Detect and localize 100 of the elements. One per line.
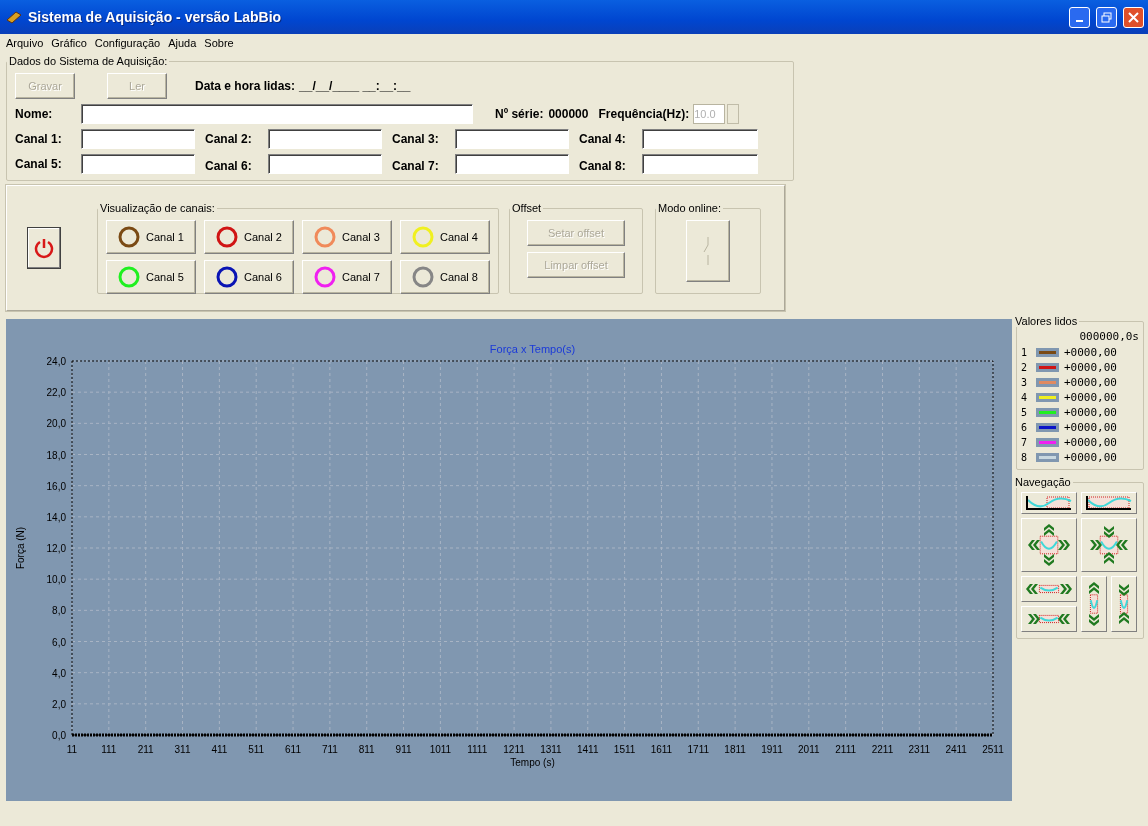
datetime-value: __/__/____ __:__:__: [299, 79, 411, 93]
zoom-button[interactable]: [1021, 492, 1077, 514]
group-title: Valores lidos: [1014, 315, 1079, 327]
x-tick-label: 2011: [798, 744, 820, 755]
channel-value: +0000,00: [1064, 361, 1117, 374]
channel-label: Canal 2:: [205, 132, 253, 146]
zoom-wave-icon: [1085, 495, 1133, 511]
y-tick-label: 12,0: [46, 543, 66, 554]
channel-label: Canal 6:: [205, 159, 253, 173]
x-tick-label: 2411: [945, 744, 967, 755]
channel-name-field[interactable]: [81, 129, 195, 149]
channel-toggle-button[interactable]: Canal 1: [106, 220, 196, 254]
group-title: Visualização de canais:: [99, 202, 216, 214]
zoom-wave-icon: [1025, 495, 1073, 511]
frequency-label: Frequência(Hz):: [598, 107, 690, 121]
channel-number: 7: [1021, 437, 1029, 448]
menu-item[interactable]: Gráfico: [51, 37, 87, 52]
channel-label: Canal 5:: [15, 157, 63, 171]
channel-name-field[interactable]: [642, 154, 758, 174]
x-tick-label: 1511: [613, 744, 636, 755]
y-tick-label: 20,0: [46, 418, 66, 430]
zoom-arrows-icon: [1027, 523, 1071, 567]
x-tick-label: 1911: [761, 744, 783, 755]
channel-name-field[interactable]: [455, 129, 569, 149]
name-label: Nome:: [15, 107, 54, 121]
x-tick-label: 2311: [908, 744, 931, 755]
channel-toggle-button[interactable]: Canal 2: [204, 220, 294, 254]
menu-item[interactable]: Sobre: [204, 37, 234, 52]
channel-toggle-button[interactable]: Canal 7: [302, 260, 392, 294]
x-tick-label: 2111: [835, 744, 856, 755]
y-tick-label: 4,0: [52, 667, 66, 679]
y-tick-label: 16,0: [46, 480, 66, 492]
zoom-button[interactable]: [1081, 492, 1137, 514]
channel-label: Canal 8:: [579, 159, 627, 173]
restore-button[interactable]: [1096, 6, 1117, 28]
channel-number: 3: [1021, 377, 1029, 388]
close-button[interactable]: [1123, 6, 1144, 28]
channel-toggle-button[interactable]: Canal 5: [106, 260, 196, 294]
channel-number: 1: [1021, 347, 1029, 358]
x-tick-label: 1711: [687, 744, 710, 755]
close-icon: [1128, 11, 1139, 23]
channel-toggle-button[interactable]: Canal 3: [302, 220, 392, 254]
channel-number: 4: [1021, 392, 1029, 403]
x-tick-label: 1011: [429, 744, 452, 755]
x-tick-label: 11: [66, 744, 78, 755]
channel-name-field[interactable]: [642, 129, 758, 149]
channel-name-field[interactable]: [81, 154, 195, 174]
x-tick-label: 1811: [724, 744, 746, 755]
x-tick-label: 511: [248, 744, 265, 755]
x-tick-label: 611: [285, 744, 301, 755]
minimize-button[interactable]: [1069, 6, 1090, 28]
y-tick-label: 8,0: [52, 605, 66, 617]
channel-name-field[interactable]: [455, 154, 569, 174]
datetime-label: Data e hora lidas:: [195, 79, 296, 93]
y-tick-label: 24,0: [46, 356, 66, 367]
channel-value: +0000,00: [1064, 421, 1117, 434]
group-title: Offset: [511, 202, 543, 214]
channel-number: 5: [1021, 407, 1029, 418]
group-title: Modo online:: [657, 202, 722, 214]
y-tick-label: 18,0: [46, 449, 66, 461]
name-field[interactable]: [81, 104, 473, 124]
menu-item[interactable]: Arquivo: [6, 37, 44, 52]
x-tick-label: 211: [137, 744, 154, 755]
y-tick-label: 22,0: [46, 387, 66, 399]
channel-toggle-button[interactable]: Canal 8: [400, 260, 490, 294]
y-tick-label: 2,0: [52, 698, 66, 710]
channel-value: +0000,00: [1064, 391, 1117, 404]
channel-value: +0000,00: [1064, 406, 1117, 419]
x-tick-label: 2511: [982, 744, 1004, 755]
zoom-arrows-icon: [1087, 523, 1131, 567]
menu-item[interactable]: Configuração: [94, 37, 161, 52]
x-tick-label: 1411: [577, 744, 599, 755]
power-button[interactable]: [27, 227, 61, 269]
x-tick-label: 111: [101, 744, 117, 755]
x-tick-label: 1111: [467, 744, 488, 755]
window-title: Sistema de Aquisição - versão LabBio: [28, 9, 283, 25]
channel-label: Canal 3:: [392, 132, 440, 146]
channel-name-field[interactable]: [268, 129, 382, 149]
channel-number: 6: [1021, 422, 1029, 433]
chart-title: Força x Tempo(s): [489, 343, 576, 355]
channel-value: +0000,00: [1064, 346, 1117, 359]
channel-label: Canal 1:: [15, 132, 63, 146]
restore-icon: [1101, 11, 1112, 23]
x-tick-label: 711: [321, 744, 338, 755]
channel-toggle-button[interactable]: Canal 4: [400, 220, 490, 254]
channel-value: +0000,00: [1064, 436, 1117, 449]
x-tick-label: 811: [358, 744, 375, 755]
x-tick-label: 911: [395, 744, 412, 755]
time-reading: 000000,0s: [1078, 329, 1139, 345]
channel-label: Canal 7:: [392, 159, 440, 173]
y-axis-label: Força (N): [15, 526, 26, 570]
group-title: Navegação: [1014, 476, 1072, 488]
group-title: Dados do Sistema de Aquisição:: [8, 55, 169, 67]
channel-toggle-button[interactable]: Canal 6: [204, 260, 294, 294]
serial-value: 000000: [548, 107, 589, 121]
channel-number: 2: [1021, 362, 1029, 373]
menu-item[interactable]: Ajuda: [168, 37, 197, 52]
channel-value: +0000,00: [1064, 376, 1117, 389]
channel-name-field[interactable]: [268, 154, 382, 174]
x-tick-label: 311: [174, 744, 191, 755]
